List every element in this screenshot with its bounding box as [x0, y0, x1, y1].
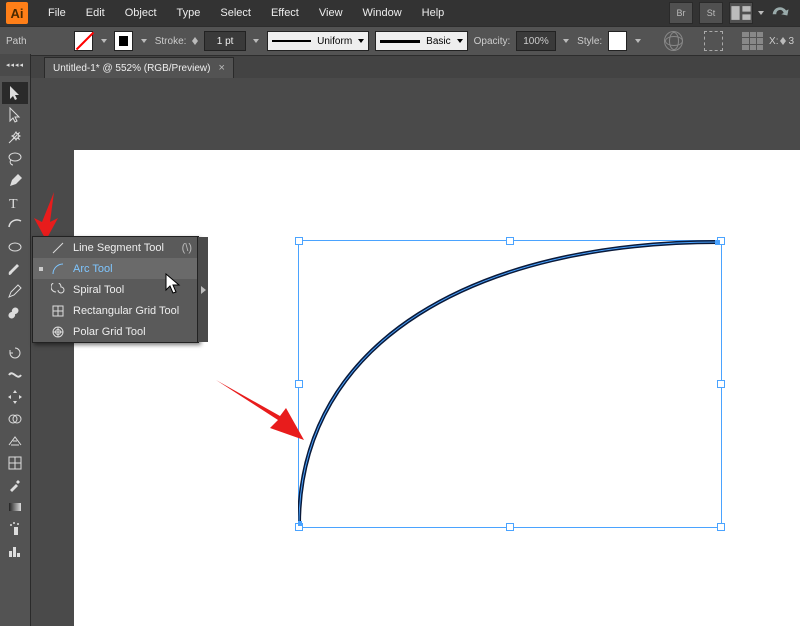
tool-gradient[interactable]: [2, 496, 28, 518]
tool-paintbrush[interactable]: [2, 258, 28, 280]
annotation-arrow-tool: [26, 188, 66, 242]
app-logo: Ai: [6, 2, 28, 24]
fill-dropdown[interactable]: [99, 32, 108, 50]
tool-line-segment[interactable]: [2, 214, 28, 236]
stock-icon[interactable]: St: [699, 2, 723, 24]
menu-select[interactable]: Select: [210, 3, 261, 23]
mouse-cursor: [165, 273, 183, 298]
stroke-weight-dropdown[interactable]: [252, 32, 261, 50]
graphic-style-dropdown[interactable]: [633, 32, 642, 50]
tool-type[interactable]: T: [2, 192, 28, 214]
tool-selection[interactable]: [2, 82, 28, 104]
tool-lasso[interactable]: [2, 148, 28, 170]
style-label: Style:: [577, 36, 602, 47]
tool-rotate[interactable]: [2, 342, 28, 364]
graphic-style-swatch[interactable]: [608, 31, 627, 51]
transform-reference-point[interactable]: [742, 32, 763, 50]
tool-pencil[interactable]: [2, 280, 28, 302]
flyout-item-polar-grid[interactable]: Polar Grid Tool: [33, 321, 198, 342]
bridge-icon[interactable]: Br: [669, 2, 693, 24]
tool-width[interactable]: [2, 364, 28, 386]
main-menu-bar: Ai File Edit Object Type Select Effect V…: [0, 0, 800, 26]
rectangular-grid-icon: [51, 304, 65, 318]
svg-text:T: T: [9, 197, 18, 211]
document-tab-strip: Untitled-1* @ 552% (RGB/Preview) ×: [0, 56, 800, 78]
arrange-documents-icon[interactable]: [729, 2, 753, 24]
menu-window[interactable]: Window: [353, 3, 412, 23]
tools-panel: T: [0, 76, 31, 626]
menu-effect[interactable]: Effect: [261, 3, 309, 23]
menu-edit[interactable]: Edit: [76, 3, 115, 23]
flyout-tearoff-handle[interactable]: [197, 237, 208, 342]
x-stepper-down[interactable]: [780, 41, 786, 45]
brush-definition[interactable]: Basic: [375, 31, 467, 51]
menu-object[interactable]: Object: [115, 3, 167, 23]
stroke-swatch[interactable]: [114, 31, 133, 51]
tool-shape-builder[interactable]: [2, 408, 28, 430]
align-icon[interactable]: [704, 31, 723, 51]
flyout-item-rectangular-grid[interactable]: Rectangular Grid Tool: [33, 300, 198, 321]
menu-file[interactable]: File: [38, 3, 76, 23]
tool-free-transform[interactable]: [2, 386, 28, 408]
recolor-artwork-icon[interactable]: [664, 31, 683, 51]
tool-eyedropper[interactable]: [2, 474, 28, 496]
opacity-dropdown[interactable]: [562, 32, 571, 50]
arc-path-object[interactable]: [298, 240, 720, 526]
selection-type-label: Path: [6, 36, 36, 47]
tool-symbol-sprayer[interactable]: [2, 518, 28, 540]
line-segment-icon: [51, 241, 65, 255]
tool-column-graph[interactable]: [2, 540, 28, 562]
flyout-item-line-segment[interactable]: Line Segment Tool (\): [33, 237, 198, 258]
tool-magic-wand[interactable]: [2, 126, 28, 148]
close-tab-icon[interactable]: ×: [218, 62, 224, 74]
opacity-label: Opacity:: [474, 36, 511, 47]
variable-width-profile[interactable]: Uniform: [267, 31, 369, 51]
spiral-icon: [51, 283, 65, 297]
panel-collapse-handle[interactable]: ◂◂◂◂: [0, 54, 31, 76]
stroke-weight-label: Stroke:: [155, 36, 187, 47]
fill-swatch[interactable]: [74, 31, 93, 51]
tool-blob-brush[interactable]: [2, 302, 28, 324]
document-tab[interactable]: Untitled-1* @ 552% (RGB/Preview) ×: [44, 57, 234, 78]
annotation-arrow-arc: [208, 372, 308, 452]
tool-perspective-grid[interactable]: [2, 430, 28, 452]
opacity-input[interactable]: 100%: [516, 31, 555, 51]
arrange-documents-dropdown[interactable]: [756, 4, 766, 22]
menu-view[interactable]: View: [309, 3, 353, 23]
menu-help[interactable]: Help: [412, 3, 455, 23]
tool-rectangle[interactable]: [2, 236, 28, 258]
document-tab-title: Untitled-1* @ 552% (RGB/Preview): [53, 63, 210, 74]
tool-pen[interactable]: [2, 170, 28, 192]
tool-mesh[interactable]: [2, 452, 28, 474]
x-value[interactable]: 3: [788, 36, 794, 47]
polar-grid-icon: [51, 325, 65, 339]
stroke-dropdown[interactable]: [139, 32, 148, 50]
menu-type[interactable]: Type: [167, 3, 211, 23]
stroke-stepper-down[interactable]: [192, 41, 198, 45]
arc-icon: [51, 262, 65, 276]
x-coordinate: X: 3: [769, 36, 794, 47]
stroke-weight-input[interactable]: 1 pt: [204, 31, 245, 51]
control-bar: Path Stroke: 1 pt Uniform Basic Opacity:…: [0, 26, 800, 56]
tool-direct-selection[interactable]: [2, 104, 28, 126]
sync-settings-icon[interactable]: [769, 3, 791, 23]
